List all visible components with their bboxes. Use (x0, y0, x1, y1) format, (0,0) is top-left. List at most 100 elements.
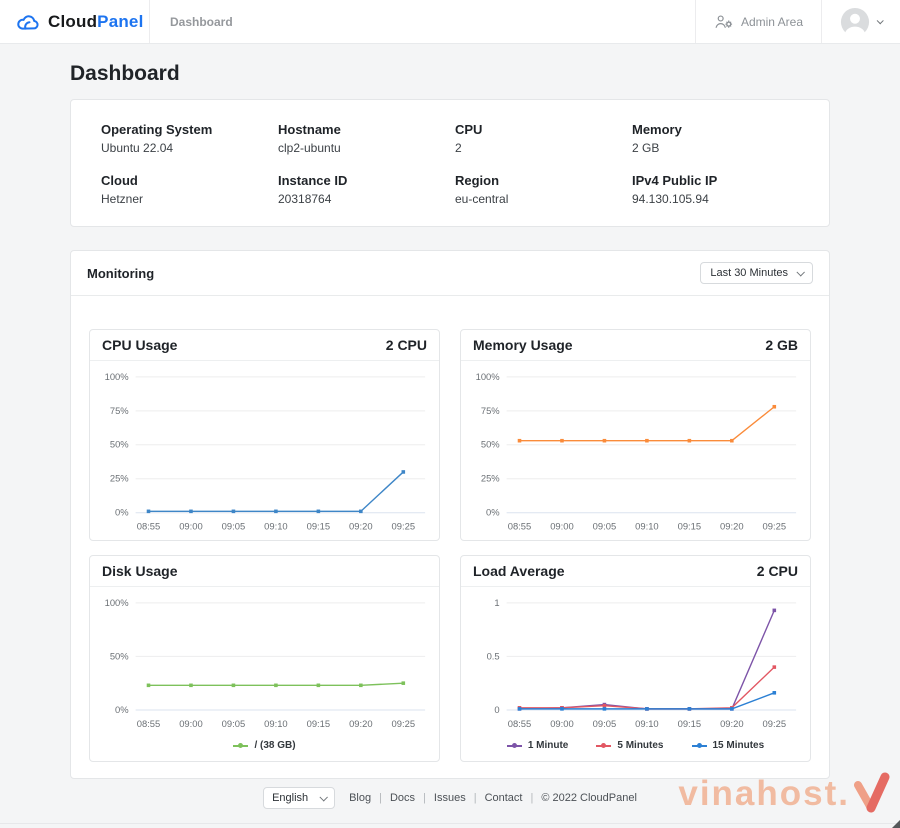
brand-name: CloudPanel (48, 12, 144, 32)
legend-label: 5 Minutes (617, 740, 663, 751)
page-title: Dashboard (70, 62, 830, 86)
info-field-instance-id: Instance ID 20318764 (278, 173, 445, 206)
brand-logo[interactable]: CloudPanel (0, 0, 150, 43)
chevron-down-icon (796, 268, 804, 276)
chevron-down-icon (877, 17, 884, 24)
svg-text:09:15: 09:15 (678, 521, 702, 532)
legend-item[interactable]: 15 Minutes (692, 740, 765, 751)
footer-link-blog[interactable]: Blog (349, 792, 371, 804)
svg-text:09:00: 09:00 (550, 521, 574, 532)
legend-item[interactable]: 1 Minute (507, 740, 569, 751)
avatar (840, 7, 870, 37)
users-gear-icon (714, 14, 733, 29)
legend-item[interactable]: / (38 GB) (233, 740, 295, 751)
chart-title: Disk Usage (102, 563, 177, 579)
svg-text:75%: 75% (110, 405, 129, 416)
chart-card-disk-usage: Disk Usage 100% 50% 0% 08:55 09:00 09:05 09:10… (89, 555, 440, 762)
svg-text:09:15: 09:15 (307, 521, 331, 532)
chart-card-load-average: Load Average 2 CPU 10.5008:5509:0009:050… (460, 555, 811, 762)
svg-text:09:00: 09:00 (179, 718, 203, 729)
time-range-select[interactable]: Last 30 Minutes (700, 262, 813, 284)
svg-text:09:25: 09:25 (763, 521, 787, 532)
page-bottom-divider (0, 823, 900, 824)
svg-text:50%: 50% (110, 651, 129, 662)
memory-usage-chart: 100% 75% 50% 25% 0% 08:55 09:00 09:05 09:10 09:15… (461, 361, 810, 540)
cpu-usage-chart: 100%75%50%25%0%08:5509:0009:0509:1009:15… (90, 361, 439, 540)
info-field-cloud: Cloud Hetzner (101, 173, 268, 206)
legend-line-icon (507, 745, 522, 747)
svg-text:1: 1 (494, 597, 499, 608)
svg-text:09:05: 09:05 (222, 718, 246, 729)
svg-text:0: 0 (494, 704, 499, 715)
svg-text:0%: 0% (115, 507, 129, 518)
svg-text:09:10: 09:10 (635, 521, 659, 532)
chart-capacity-label: 2 CPU (386, 337, 427, 353)
svg-text:50%: 50% (110, 439, 129, 450)
svg-text:09:05: 09:05 (222, 521, 246, 532)
admin-area-button[interactable]: Admin Area (695, 0, 822, 43)
svg-text:09:20: 09:20 (720, 521, 744, 532)
disk-usage-chart: 100%50%0%08:5509:0009:0509:1009:1509:200… (90, 587, 439, 738)
chart-title: CPU Usage (102, 337, 177, 353)
chart-title: Load Average (473, 563, 565, 579)
svg-text:09:25: 09:25 (392, 521, 416, 532)
chart-capacity-label: 2 GB (765, 337, 798, 353)
svg-text:25%: 25% (481, 473, 500, 484)
svg-text:09:10: 09:10 (264, 718, 288, 729)
info-field-ipv4-public-ip: IPv4 Public IP 94.130.105.94 (632, 173, 799, 206)
legend-label: 15 Minutes (713, 740, 765, 751)
svg-text:09:20: 09:20 (720, 718, 744, 729)
legend-line-icon (596, 745, 611, 747)
footer-link-issues[interactable]: Issues (434, 792, 466, 804)
monitoring-title: Monitoring (87, 266, 154, 281)
cloud-logo-icon (16, 13, 40, 31)
svg-text:09:10: 09:10 (264, 521, 288, 532)
info-field-memory: Memory 2 GB (632, 122, 799, 155)
svg-text:09:05: 09:05 (593, 521, 617, 532)
svg-text:08:55: 08:55 (508, 718, 532, 729)
svg-text:75%: 75% (481, 405, 500, 416)
chart-card-cpu-usage: CPU Usage 2 CPU 100%75%50%25%0%08:5509:0… (89, 329, 440, 541)
chart-legend: / (38 GB) (90, 738, 439, 761)
svg-text:09:15: 09:15 (678, 718, 702, 729)
svg-text:09:20: 09:20 (349, 521, 373, 532)
svg-text:08:55: 08:55 (508, 521, 532, 532)
legend-item[interactable]: 5 Minutes (596, 740, 663, 751)
svg-text:0%: 0% (115, 704, 129, 715)
svg-text:09:20: 09:20 (349, 718, 373, 729)
server-info-card: Operating System Ubuntu 22.04 Hostname c… (70, 99, 830, 227)
svg-text:09:10: 09:10 (635, 718, 659, 729)
footer: English Blog | Docs | Issues | Contact |… (70, 787, 830, 809)
chart-capacity-label: 2 CPU (757, 563, 798, 579)
copyright: © 2022 CloudPanel (541, 792, 637, 804)
svg-text:0%: 0% (486, 507, 500, 518)
svg-text:09:25: 09:25 (763, 718, 787, 729)
legend-label: / (38 GB) (254, 740, 295, 751)
svg-text:25%: 25% (110, 473, 129, 484)
chevron-down-icon (320, 793, 328, 801)
admin-area-label: Admin Area (741, 15, 803, 29)
breadcrumb: Dashboard (150, 0, 253, 43)
user-menu-button[interactable] (822, 0, 900, 43)
svg-text:08:55: 08:55 (137, 718, 161, 729)
top-navbar: CloudPanel Dashboard Admin Area (0, 0, 900, 44)
load-average-chart: 10.5008:5509:0009:0509:1009:1509:2009:25 (461, 587, 810, 738)
svg-text:09:25: 09:25 (392, 718, 416, 729)
language-select[interactable]: English (263, 787, 335, 809)
footer-link-contact[interactable]: Contact (485, 792, 523, 804)
footer-link-docs[interactable]: Docs (390, 792, 415, 804)
info-field-hostname: Hostname clp2-ubuntu (278, 122, 445, 155)
svg-text:100%: 100% (105, 597, 130, 608)
svg-text:09:05: 09:05 (593, 718, 617, 729)
chart-legend: 1 Minute 5 Minutes 15 Minutes (461, 738, 810, 761)
info-field-cpu: CPU 2 (455, 122, 622, 155)
svg-text:08:55: 08:55 (137, 521, 161, 532)
info-field-region: Region eu-central (455, 173, 622, 206)
legend-label: 1 Minute (528, 740, 569, 751)
legend-line-icon (692, 745, 707, 747)
svg-text:50%: 50% (481, 439, 500, 450)
svg-text:0.5: 0.5 (487, 651, 500, 662)
svg-text:100%: 100% (476, 371, 501, 382)
info-field-operating-system: Operating System Ubuntu 22.04 (101, 122, 268, 155)
corner-resize-handle (892, 820, 900, 828)
